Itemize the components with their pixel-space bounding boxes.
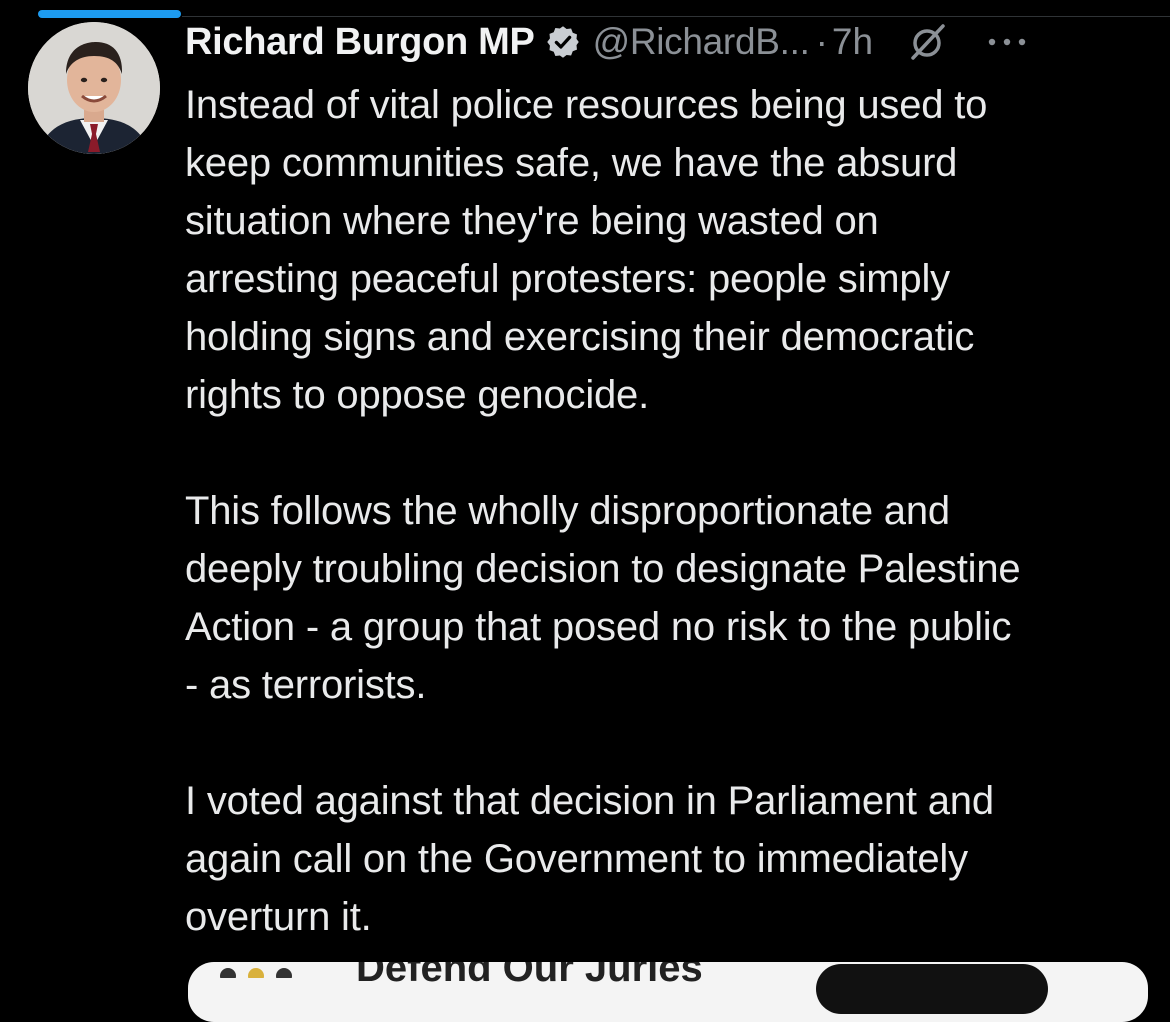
timestamp[interactable]: 7h [832,21,873,63]
grok-icon[interactable] [905,20,949,64]
tweet-text: Instead of vital police resources being … [185,76,1155,946]
follow-button[interactable] [816,964,1048,1014]
tweet-paragraph-1: Instead of vital police resources being … [185,83,988,417]
tweet-paragraph-2: This follows the wholly disproportionate… [185,489,1021,707]
author-display-name[interactable]: Richard Burgon MP [185,21,535,64]
tweet-header: Richard Burgon MP @RichardB... · 7h [185,20,1155,64]
avatar[interactable] [28,22,160,154]
timeline-indicator [38,10,181,18]
divider [182,16,1170,17]
tweet[interactable]: Richard Burgon MP @RichardB... · 7h Inst… [185,20,1155,946]
verified-badge-icon [545,24,581,60]
author-handle[interactable]: @RichardB... [593,21,810,63]
embedded-card[interactable]: Defend Our Juries [188,962,1148,1022]
more-options-icon[interactable] [985,32,1029,52]
embed-avatar-icon [220,968,292,978]
separator-dot: · [815,21,828,62]
tweet-paragraph-3: I voted against that decision in Parliam… [185,779,994,939]
